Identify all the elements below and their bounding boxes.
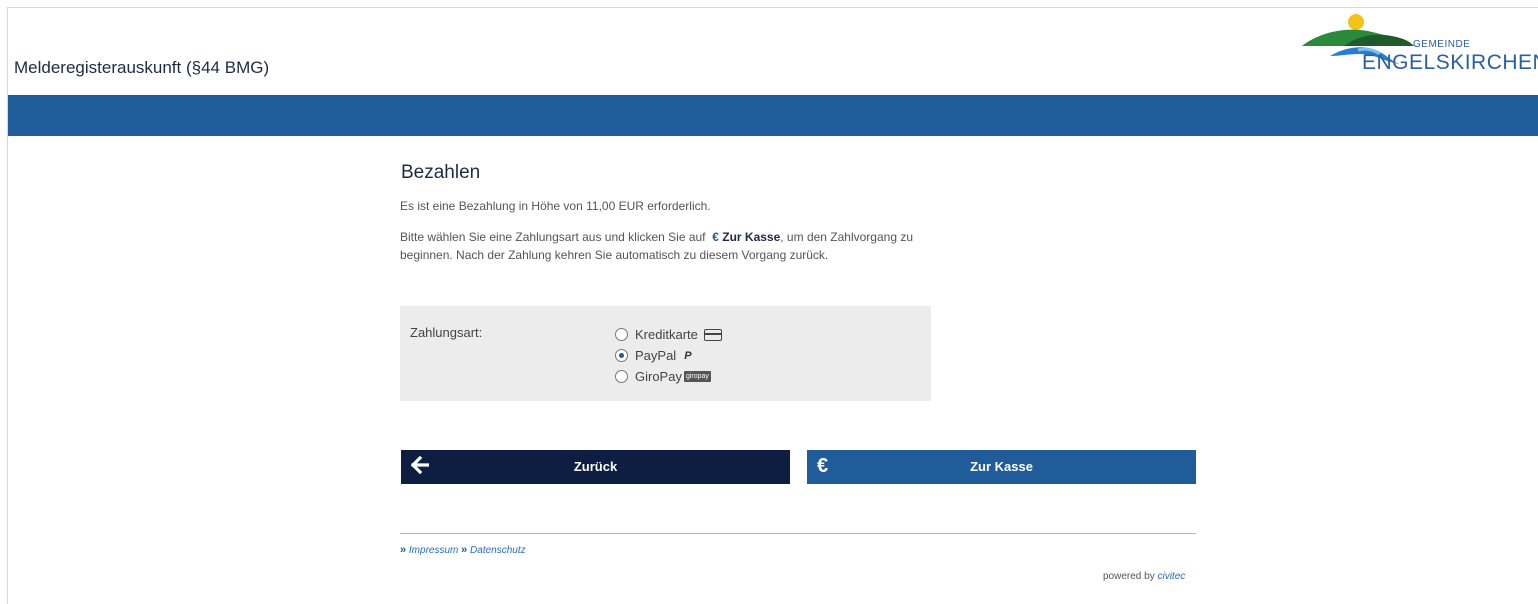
powered-by: powered by civitec [1103, 571, 1185, 582]
checkout-button[interactable]: € Zur Kasse [807, 450, 1196, 484]
civitec-link[interactable]: civitec [1157, 571, 1185, 582]
checkout-button-label: Zur Kasse [970, 459, 1033, 474]
euro-icon: € [712, 230, 719, 244]
payment-option-giropay[interactable]: GiroPay giropay [615, 366, 722, 387]
logo[interactable]: GEMEINDE ENGELSKIRCHEN [1300, 10, 1538, 80]
app-title: Melderegisterauskunft (§44 BMG) [14, 58, 270, 77]
option-label: Kreditkarte [635, 327, 698, 342]
arrow-left-icon [410, 455, 430, 478]
payment-method-panel: Zahlungsart: Kreditkarte PayPal P GiroPa… [400, 306, 931, 401]
instruction-kasse-label: Zur Kasse [722, 230, 781, 244]
logo-text-gemeinde: GEMEINDE [1413, 39, 1471, 50]
payment-method-label: Zahlungsart: [410, 325, 483, 340]
euro-icon: € [817, 455, 829, 477]
footer-divider [400, 533, 1196, 534]
paypal-icon: P [684, 349, 692, 362]
page-title: Bezahlen [401, 162, 481, 183]
radio-giropay[interactable] [615, 370, 628, 383]
payment-option-paypal[interactable]: PayPal P [615, 345, 722, 366]
powered-by-text: powered by [1103, 571, 1155, 582]
footer-links: » Impressum » Datenschutz [400, 544, 526, 556]
impressum-link[interactable]: Impressum [409, 545, 458, 556]
payment-option-kreditkarte[interactable]: Kreditkarte [615, 324, 722, 345]
payment-amount-text: Es ist eine Bezahlung in Höhe von 11,00 … [400, 199, 711, 213]
chevron-right-icon: » [400, 544, 407, 556]
logo-text-engelskirchen: ENGELSKIRCHEN [1362, 51, 1538, 74]
payment-method-options: Kreditkarte PayPal P GiroPay giropay [615, 324, 722, 387]
option-label: PayPal [635, 348, 677, 363]
credit-card-icon [703, 328, 722, 341]
option-label: GiroPay [635, 369, 682, 384]
giropay-icon: giropay [683, 371, 711, 382]
back-button-label: Zurück [573, 459, 618, 474]
header-bar [8, 95, 1538, 136]
chevron-right-icon: » [461, 544, 468, 556]
instruction-text-before: Bitte wählen Sie eine Zahlungsart aus un… [400, 230, 706, 244]
radio-paypal[interactable] [615, 349, 628, 362]
payment-instructions: Bitte wählen Sie eine Zahlungsart aus un… [400, 228, 940, 264]
back-button[interactable]: Zurück [401, 450, 790, 484]
datenschutz-link[interactable]: Datenschutz [470, 545, 526, 556]
radio-kreditkarte[interactable] [615, 328, 628, 341]
